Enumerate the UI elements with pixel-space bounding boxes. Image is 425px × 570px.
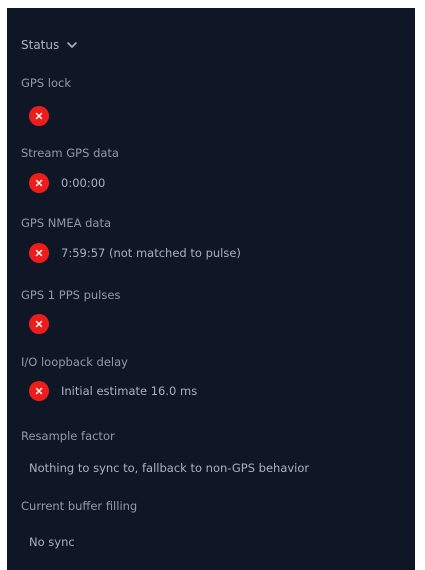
stream-gps-data-status: 0:00:00 — [29, 173, 105, 193]
io-loopback-delay-label: I/O loopback delay — [21, 355, 128, 369]
stream-gps-data-value: 0:00:00 — [61, 176, 106, 190]
current-buffer-filling-label: Current buffer filling — [21, 499, 138, 513]
chevron-down-icon — [67, 42, 78, 48]
gps-nmea-data-value: 7:59:57 (not matched to pulse) — [61, 246, 241, 260]
resample-factor-value: Nothing to sync to, fallback to non-GPS … — [29, 461, 310, 475]
resample-factor-label: Resample factor — [21, 429, 115, 443]
stream-gps-data-label: Stream GPS data — [21, 146, 119, 160]
current-buffer-filling-value: No sync — [29, 535, 75, 549]
error-x-icon — [29, 381, 49, 401]
gps-lock-status — [29, 106, 49, 126]
gps-pps-pulses-status — [29, 314, 49, 334]
gps-lock-label: GPS lock — [21, 76, 72, 90]
gps-nmea-data-status: 7:59:57 (not matched to pulse) — [29, 243, 241, 263]
gps-nmea-data-label: GPS NMEA data — [21, 216, 112, 230]
status-title: Status — [21, 38, 60, 52]
error-x-icon — [29, 243, 49, 263]
status-panel: Status GPS lock Stream GPS data 0:00:00 … — [7, 8, 415, 570]
error-x-icon — [29, 314, 49, 334]
error-x-icon — [29, 173, 49, 193]
status-section-toggle[interactable]: Status — [21, 38, 79, 52]
io-loopback-delay-status: Initial estimate 16.0 ms — [29, 381, 197, 401]
gps-pps-pulses-label: GPS 1 PPS pulses — [21, 288, 121, 302]
io-loopback-delay-value: Initial estimate 16.0 ms — [61, 384, 198, 398]
error-x-icon — [29, 106, 49, 126]
